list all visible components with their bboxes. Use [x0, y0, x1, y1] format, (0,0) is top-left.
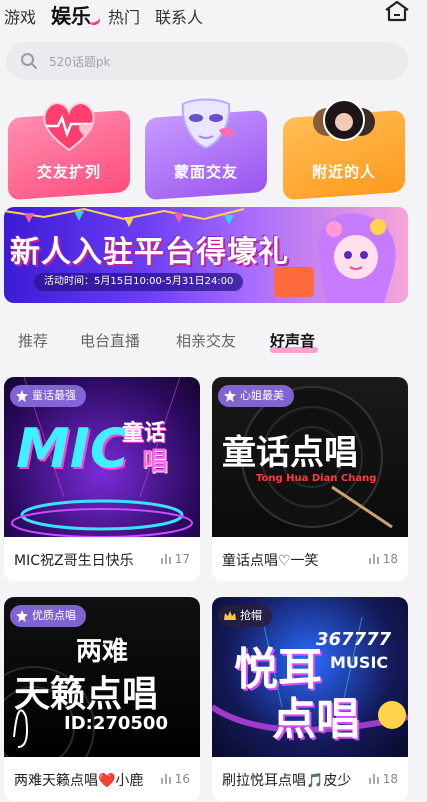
mask-icon [181, 98, 235, 150]
count-value: 17 [174, 552, 190, 566]
room-tag: 心姐最美 [218, 385, 294, 407]
room-card[interactable]: MIC 童话 唱 童话最强 MIC祝Z哥生日快乐 17 [4, 377, 200, 581]
room-card[interactable]: 童话点唱 Tong Hua Dian Chang 心姐最美 童话点唱♡一笑 18 [212, 377, 408, 581]
cover-text-mic: MIC [16, 417, 130, 480]
tab-entertainment[interactable]: 娱乐 [51, 0, 91, 29]
tab-blind-date[interactable]: 相亲交友 [176, 330, 236, 351]
quick-label: 交友扩列 [36, 163, 101, 181]
heart-icon [43, 102, 95, 152]
cover-text-host: 两难 [76, 637, 129, 667]
room-name: 童话点唱♡一笑 [222, 553, 319, 569]
cover-text-music: MUSIC [330, 653, 389, 672]
room-listener-count: 18 [368, 772, 398, 786]
audio-bars-icon [160, 554, 171, 564]
count-value: 16 [174, 772, 190, 786]
count-value: 18 [382, 772, 398, 786]
quick-label: 蒙面交友 [173, 163, 238, 181]
tab-recommend[interactable]: 推荐 [18, 330, 48, 351]
room-name: 两难天籁点唱❤️小鹿 [14, 773, 144, 789]
quick-nearby-people[interactable]: 附近的人 [283, 96, 405, 201]
cover-text-id: ID:270500 [64, 713, 168, 734]
cover-text-title-b: 点唱 [272, 694, 360, 745]
home-icon[interactable] [384, 0, 410, 22]
room-tag: 抢帽 [218, 605, 272, 627]
cover-text-title: 天籁点唱 [14, 674, 159, 715]
tab-games[interactable]: 游戏 [4, 4, 36, 28]
audio-bars-icon [368, 554, 379, 564]
room-tag-label: 抢帽 [240, 609, 262, 622]
room-listener-count: 17 [160, 552, 190, 566]
star-icon [16, 390, 28, 402]
tab-contacts[interactable]: 联系人 [155, 4, 203, 28]
star-icon [16, 610, 28, 622]
banner-title: 新人入驻平台得壕礼 [10, 235, 289, 270]
tab-hot[interactable]: 热门 [108, 4, 140, 28]
count-value: 18 [382, 552, 398, 566]
room-tag-label: 优质点唱 [32, 609, 76, 622]
tab-radio-live[interactable]: 电台直播 [80, 330, 140, 351]
room-tag: 优质点唱 [10, 605, 86, 627]
top-nav: 游戏 娱乐 热门 联系人 [0, 0, 427, 36]
cover-text-number: 367777 [316, 629, 392, 650]
cover-text-title: 童话点唱 [222, 433, 358, 473]
crown-icon [224, 611, 236, 620]
cover-text-sing: 唱 [142, 447, 169, 477]
room-name: MIC祝Z哥生日快乐 [14, 553, 134, 569]
quick-masked-friends[interactable]: 蒙面交友 [145, 96, 267, 201]
room-name: 刷拉悦耳点唱🎵皮少 [222, 773, 352, 789]
room-listener-count: 18 [368, 552, 398, 566]
search-icon [21, 53, 37, 69]
tab-good-voice[interactable]: 好声音 [270, 330, 315, 351]
room-tag-label: 心姐最美 [240, 389, 284, 402]
room-tag-label: 童话最强 [32, 389, 76, 402]
search-bar[interactable]: 520话题pk [6, 42, 408, 80]
banner-time: 活动时间：5月15日10:00-5月31日24:00 [34, 273, 244, 291]
star-icon [224, 390, 236, 402]
mascot-illustration [317, 213, 396, 303]
cover-text-pinyin: Tong Hua Dian Chang [256, 473, 377, 484]
quick-label: 附近的人 [311, 163, 376, 181]
category-tabs: 推荐 电台直播 相亲交友 好声音 [0, 326, 427, 356]
people-icon [313, 99, 375, 141]
audio-bars-icon [368, 774, 379, 784]
room-card[interactable]: 两难 天籁点唱 ID:270500 优质点唱 两难天籁点唱❤️小鹿 16 [4, 597, 200, 801]
room-listener-count: 16 [160, 772, 190, 786]
audio-bars-icon [160, 774, 171, 784]
room-card[interactable]: 367777 MUSIC 悦耳 点唱 抢帽 刷拉悦耳点唱🎵皮少 18 [212, 597, 408, 801]
promo-banner[interactable]: 新人入驻平台得壕礼 活动时间：5月15日10:00-5月31日24:00 [4, 207, 408, 303]
room-tag: 童话最强 [10, 385, 86, 407]
search-placeholder: 520话题pk [49, 55, 111, 69]
quick-make-friends[interactable]: 交友扩列 [8, 96, 130, 201]
